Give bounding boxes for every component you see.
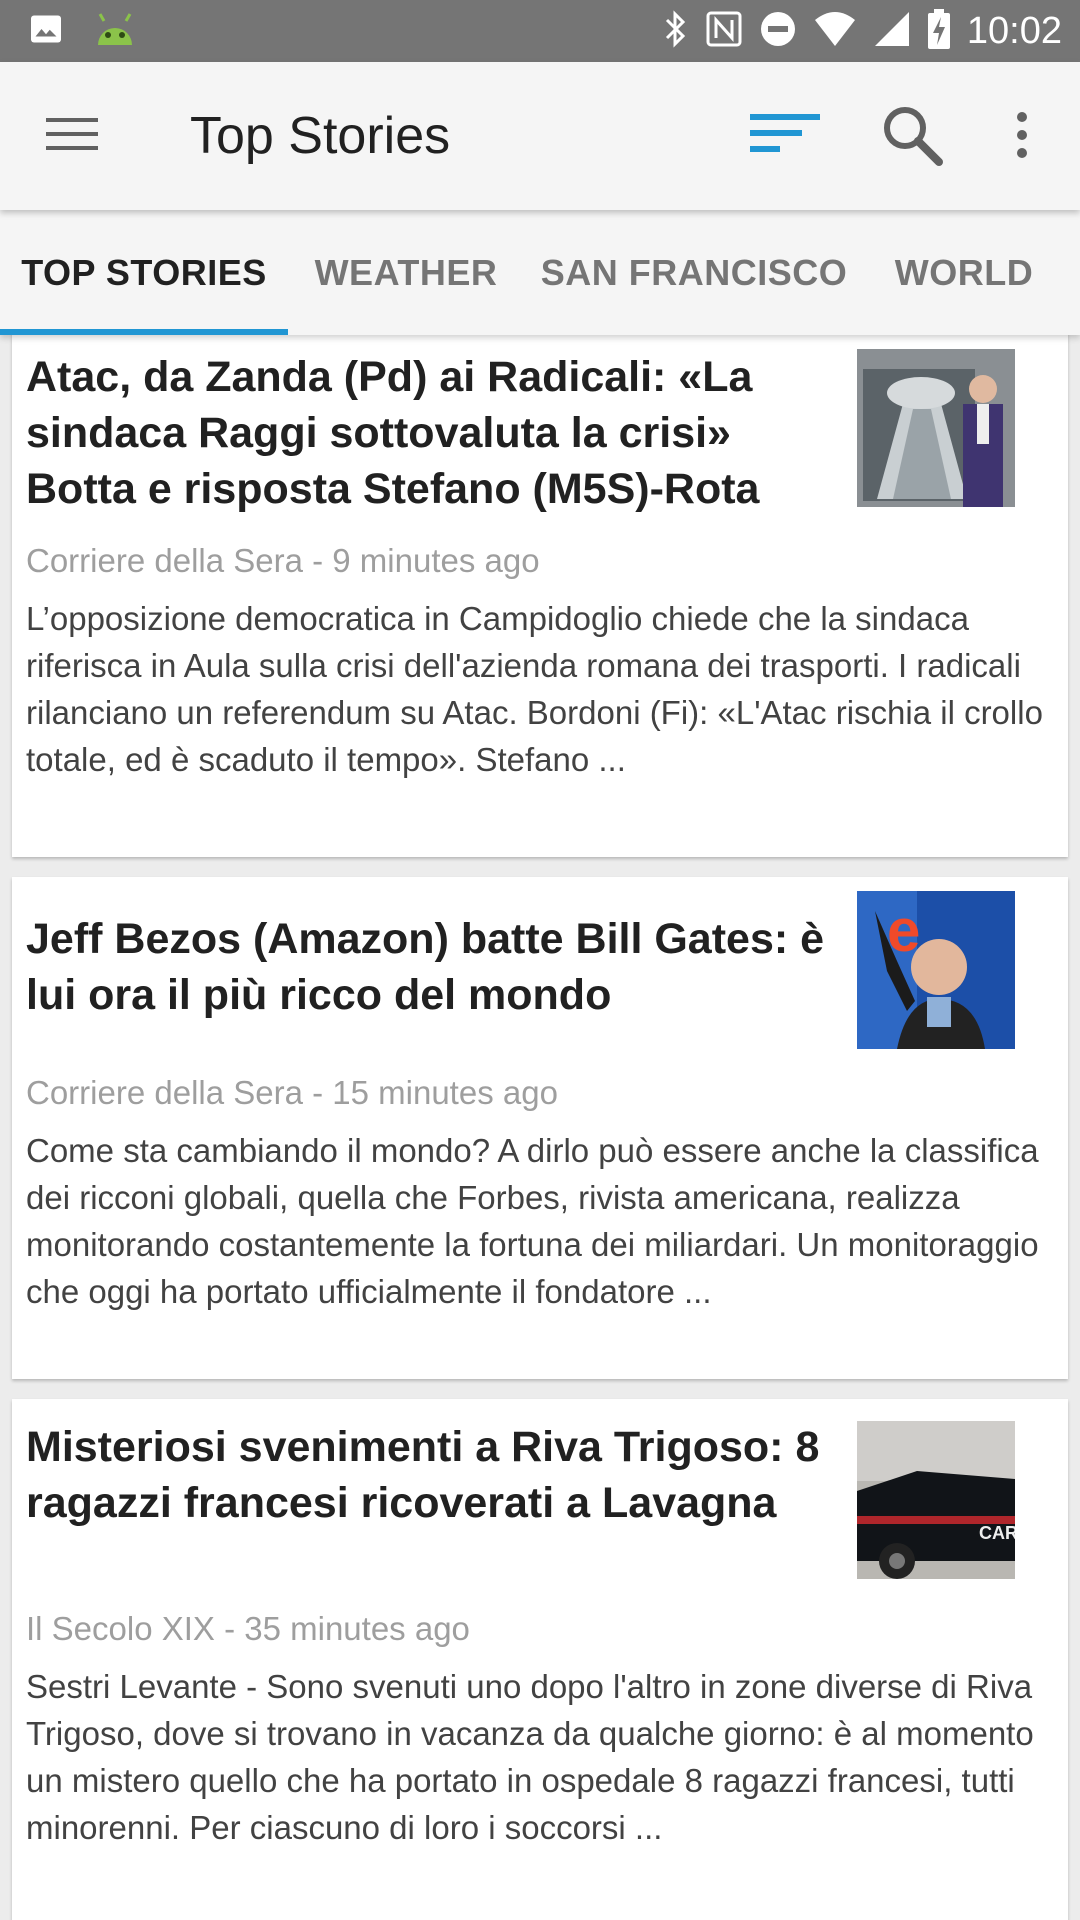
subway-tunnel-photo	[857, 349, 1015, 507]
do-not-disturb-icon	[759, 10, 797, 53]
menu-icon	[46, 114, 98, 159]
search-icon	[881, 104, 943, 171]
news-feed[interactable]: Atac, da Zanda (Pd) ai Radicali: «La sin…	[0, 335, 1080, 1920]
article-title[interactable]: Jeff Bezos (Amazon) batte Bill Gates: è …	[26, 911, 826, 1023]
article-source-time: Il Secolo XIX - 35 minutes ago	[26, 1610, 470, 1647]
battery-charging-icon	[927, 8, 951, 54]
status-time: 10:02	[966, 9, 1062, 52]
article-card[interactable]: Misteriosi svenimenti a Riva Trigoso: 8 …	[12, 1399, 1068, 1920]
overflow-menu-button[interactable]	[998, 102, 1046, 172]
tab-top-stories[interactable]: TOP STORIES	[0, 210, 288, 335]
article-title[interactable]: Misteriosi svenimenti a Riva Trigoso: 8 …	[26, 1419, 826, 1531]
article-snippet: L’opposizione democratica in Campidoglio…	[26, 600, 1043, 778]
page-title: Top Stories	[190, 107, 451, 165]
cell-signal-icon	[873, 10, 911, 53]
article-source-time: Corriere della Sera - 15 minutes ago	[26, 1074, 558, 1111]
sort-button[interactable]	[745, 106, 825, 166]
tab-weather[interactable]: WEATHER	[288, 210, 524, 335]
tab-indicator	[0, 329, 288, 335]
article-card[interactable]: Atac, da Zanda (Pd) ai Radicali: «La sin…	[12, 335, 1068, 857]
more-vert-icon	[1015, 111, 1029, 164]
app-bar: Top Stories	[0, 62, 1080, 210]
image-icon	[28, 11, 64, 52]
article-thumbnail[interactable]	[857, 349, 1015, 507]
police-car-photo: CAR	[857, 1421, 1015, 1579]
menu-button[interactable]	[36, 106, 108, 166]
article-source-time: Corriere della Sera - 9 minutes ago	[26, 542, 540, 579]
wifi-icon	[813, 10, 857, 53]
android-icon	[90, 9, 140, 54]
svg-text:CAR: CAR	[979, 1523, 1015, 1543]
article-title[interactable]: Atac, da Zanda (Pd) ai Radicali: «La sin…	[26, 349, 826, 517]
search-button[interactable]	[872, 102, 952, 172]
sort-icon	[750, 110, 820, 163]
bluetooth-icon	[663, 9, 689, 53]
article-card[interactable]: Jeff Bezos (Amazon) batte Bill Gates: è …	[12, 877, 1068, 1379]
article-thumbnail[interactable]: CAR	[857, 1421, 1015, 1579]
article-thumbnail[interactable]: e	[857, 891, 1015, 1049]
tab-bar: TOP STORIES WEATHER SAN FRANCISCO WORLD	[0, 210, 1080, 335]
article-snippet: Sestri Levante - Sono svenuti uno dopo l…	[26, 1668, 1034, 1846]
person-photo: e	[857, 891, 1015, 1049]
article-snippet: Come sta cambiando il mondo? A dirlo può…	[26, 1132, 1039, 1310]
status-bar: 10:02	[0, 0, 1080, 62]
tab-san-francisco[interactable]: SAN FRANCISCO	[524, 210, 864, 335]
tab-world[interactable]: WORLD	[864, 210, 1064, 335]
nfc-icon	[705, 10, 743, 53]
